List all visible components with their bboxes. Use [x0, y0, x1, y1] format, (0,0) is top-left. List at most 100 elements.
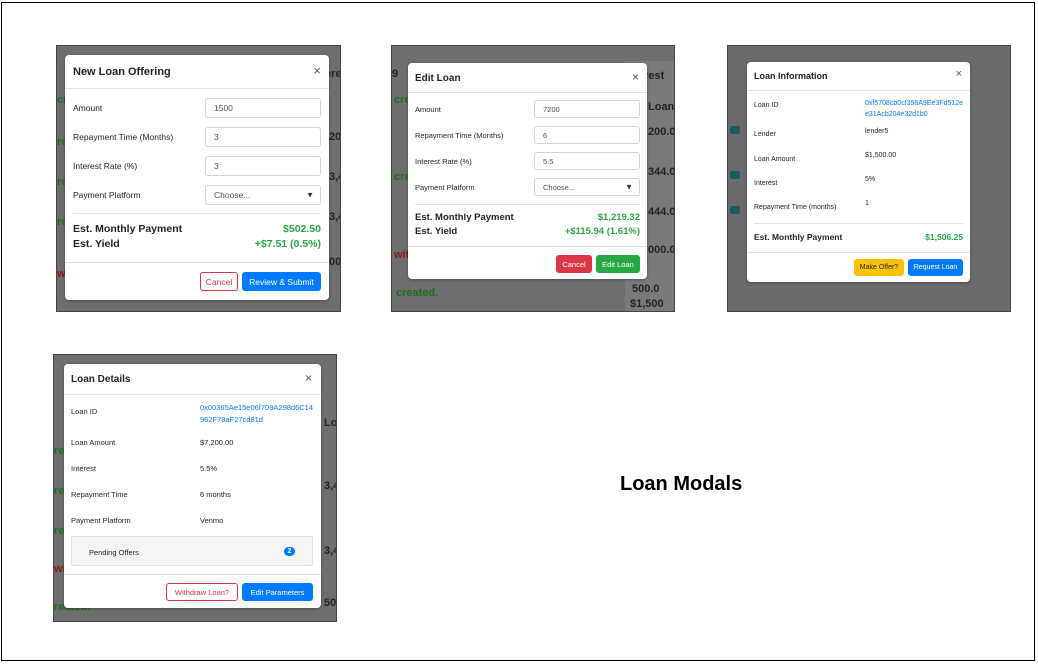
loan-amount-value: $7,200.00 [200, 438, 234, 447]
bg-text: 444.0 [648, 206, 674, 218]
pending-offers-label: Pending Offers [89, 548, 139, 557]
bg-text: 500.0 [632, 283, 660, 295]
lender-label: Lender [754, 131, 776, 138]
loan-id-link[interactable]: 0x00365Ae15e06f709A298d6C14962F78aF27cd8… [200, 402, 314, 426]
payment-platform-value: Venmo [200, 516, 224, 525]
bg-text: $1,500 [630, 298, 664, 310]
monthly-payment-label: Est. Monthly Payment [73, 223, 183, 235]
bg-text: 00 [329, 256, 340, 268]
bg-text: 9 [392, 68, 399, 80]
platform-select[interactable]: Choose... ▼ [534, 178, 640, 196]
bg-text: re [54, 485, 65, 497]
platform-select[interactable]: Choose... ▼ [205, 185, 321, 205]
bg-chip [730, 171, 740, 179]
loan-id-label: Loan ID [71, 407, 98, 416]
loan-id-link[interactable]: 0xf5708cb0cf358A9Ee3Fd512ee31Acb204e32d1… [865, 98, 965, 120]
modal-title: New Loan Offering [73, 66, 171, 78]
chevron-down-icon: ▼ [306, 190, 314, 200]
divider [754, 223, 963, 224]
bg-text: Loans [648, 101, 674, 113]
repayment-time-value: 6 months [200, 490, 231, 499]
modal-title: Loan Information [754, 71, 828, 81]
modal-header: New Loan Offering × [65, 55, 329, 89]
interest-label: Interest Rate (%) [73, 161, 138, 171]
cancel-button[interactable]: Cancel [556, 255, 592, 273]
bg-text: re [54, 525, 65, 537]
payment-platform-label: Payment Platform [71, 516, 131, 525]
loan-information-modal: Loan Information × Loan ID 0xf5708cb0cf3… [747, 62, 970, 282]
repayment-time-label: Repayment Time [71, 490, 128, 499]
repayment-time-label: Repayment Time (months) [754, 204, 837, 211]
interest-label: Interest [754, 180, 778, 187]
loan-details-modal: Loan Details × Loan ID 0x00365Ae15e06f70… [64, 364, 321, 608]
monthly-payment-value: $502.50 [283, 223, 321, 235]
modal-title: Loan Details [71, 374, 131, 385]
bg-text: 200.0 [648, 126, 674, 138]
modal-footer: Cancel Review & Submit [65, 262, 329, 300]
screenshot-loan-information: Loan Information × Loan ID 0xf5708cb0cf3… [727, 45, 1011, 312]
platform-label: Payment Platform [73, 190, 141, 200]
bg-text: Lo [324, 417, 336, 429]
amount-label: Amount [415, 105, 441, 114]
make-offer-button[interactable]: Make Offer? [854, 259, 904, 276]
repayment-input[interactable]: 6 [534, 126, 640, 144]
withdraw-loan-button[interactable]: Withdraw Loan? [166, 583, 238, 601]
review-submit-button[interactable]: Review & Submit [242, 272, 321, 291]
chevron-down-icon: ▼ [625, 182, 633, 192]
pending-offers-toggle[interactable]: Pending Offers 2 [71, 536, 313, 566]
repayment-input[interactable]: 3 [205, 127, 321, 147]
modal-footer: Cancel Edit Loan [408, 246, 647, 279]
bg-text: 3,4 [324, 480, 336, 492]
modal-header: Loan Information × [747, 62, 970, 91]
loan-amount-label: Loan Amount [754, 156, 796, 163]
screenshot-new-loan: cre re re re wi ere 200 3,4 3,4 00 New L… [56, 45, 341, 312]
modal-footer: Withdraw Loan? Edit Parameters [64, 574, 321, 608]
divider [415, 204, 640, 205]
new-loan-modal: New Loan Offering × Amount 1500 Repaymen… [65, 55, 329, 300]
modal-header: Edit Loan × [408, 63, 647, 93]
bg-chip [730, 126, 740, 134]
figure-caption: Loan Modals [620, 473, 743, 495]
divider [73, 213, 321, 214]
close-icon[interactable]: × [313, 63, 321, 78]
pending-offers-badge: 2 [284, 547, 295, 556]
repayment-label: Repayment Time (Months) [415, 131, 504, 140]
loan-id-label: Loan ID [754, 102, 779, 109]
amount-input[interactable]: 7200 [534, 100, 640, 118]
platform-label: Payment Platform [415, 183, 475, 192]
close-icon[interactable]: × [956, 68, 962, 80]
cancel-button[interactable]: Cancel [200, 272, 238, 291]
close-icon[interactable]: × [632, 70, 639, 84]
request-loan-button[interactable]: Request Loan [908, 259, 963, 276]
yield-label: Est. Yield [415, 226, 458, 237]
bg-text: 344.0 [648, 166, 674, 178]
bg-text: 500 [324, 597, 336, 609]
lender-value: lender5 [865, 128, 889, 135]
edit-parameters-button[interactable]: Edit Parameters [242, 583, 313, 601]
yield-value: +$115.94 (1.61%) [564, 226, 640, 237]
monthly-payment-label: Est. Monthly Payment [754, 232, 843, 242]
edit-loan-modal: Edit Loan × Amount 7200 Repayment Time (… [408, 63, 647, 279]
bg-text: 3,4 [329, 171, 340, 183]
loan-amount-value: $1,500.00 [865, 152, 897, 159]
amount-input[interactable]: 1500 [205, 98, 321, 118]
yield-label: Est. Yield [73, 238, 120, 250]
bg-text: created. [396, 287, 439, 299]
amount-label: Amount [73, 103, 103, 113]
interest-label: Interest Rate (%) [415, 157, 472, 166]
modal-header: Loan Details × [64, 364, 321, 395]
modal-footer: Make Offer? Request Loan [747, 252, 970, 282]
close-icon[interactable]: × [305, 371, 312, 385]
loan-amount-label: Loan Amount [71, 438, 116, 447]
interest-input[interactable]: 3 [205, 156, 321, 176]
screenshot-loan-details: re re re wi reated. Lo 3,4 3,4 500 Loan … [53, 354, 337, 622]
modal-title: Edit Loan [415, 73, 461, 84]
screenshot-edit-loan: 9 cre cre wit created. erest R Loans 200… [391, 45, 675, 312]
edit-loan-button[interactable]: Edit Loan [596, 255, 640, 273]
interest-value: 5.5% [200, 464, 218, 473]
bg-text: re [54, 445, 65, 457]
interest-input[interactable]: 5.5 [534, 152, 640, 170]
bg-chip [730, 206, 740, 214]
monthly-payment-value: $1,219.32 [597, 212, 640, 223]
bg-text: 3,4 [324, 545, 336, 557]
